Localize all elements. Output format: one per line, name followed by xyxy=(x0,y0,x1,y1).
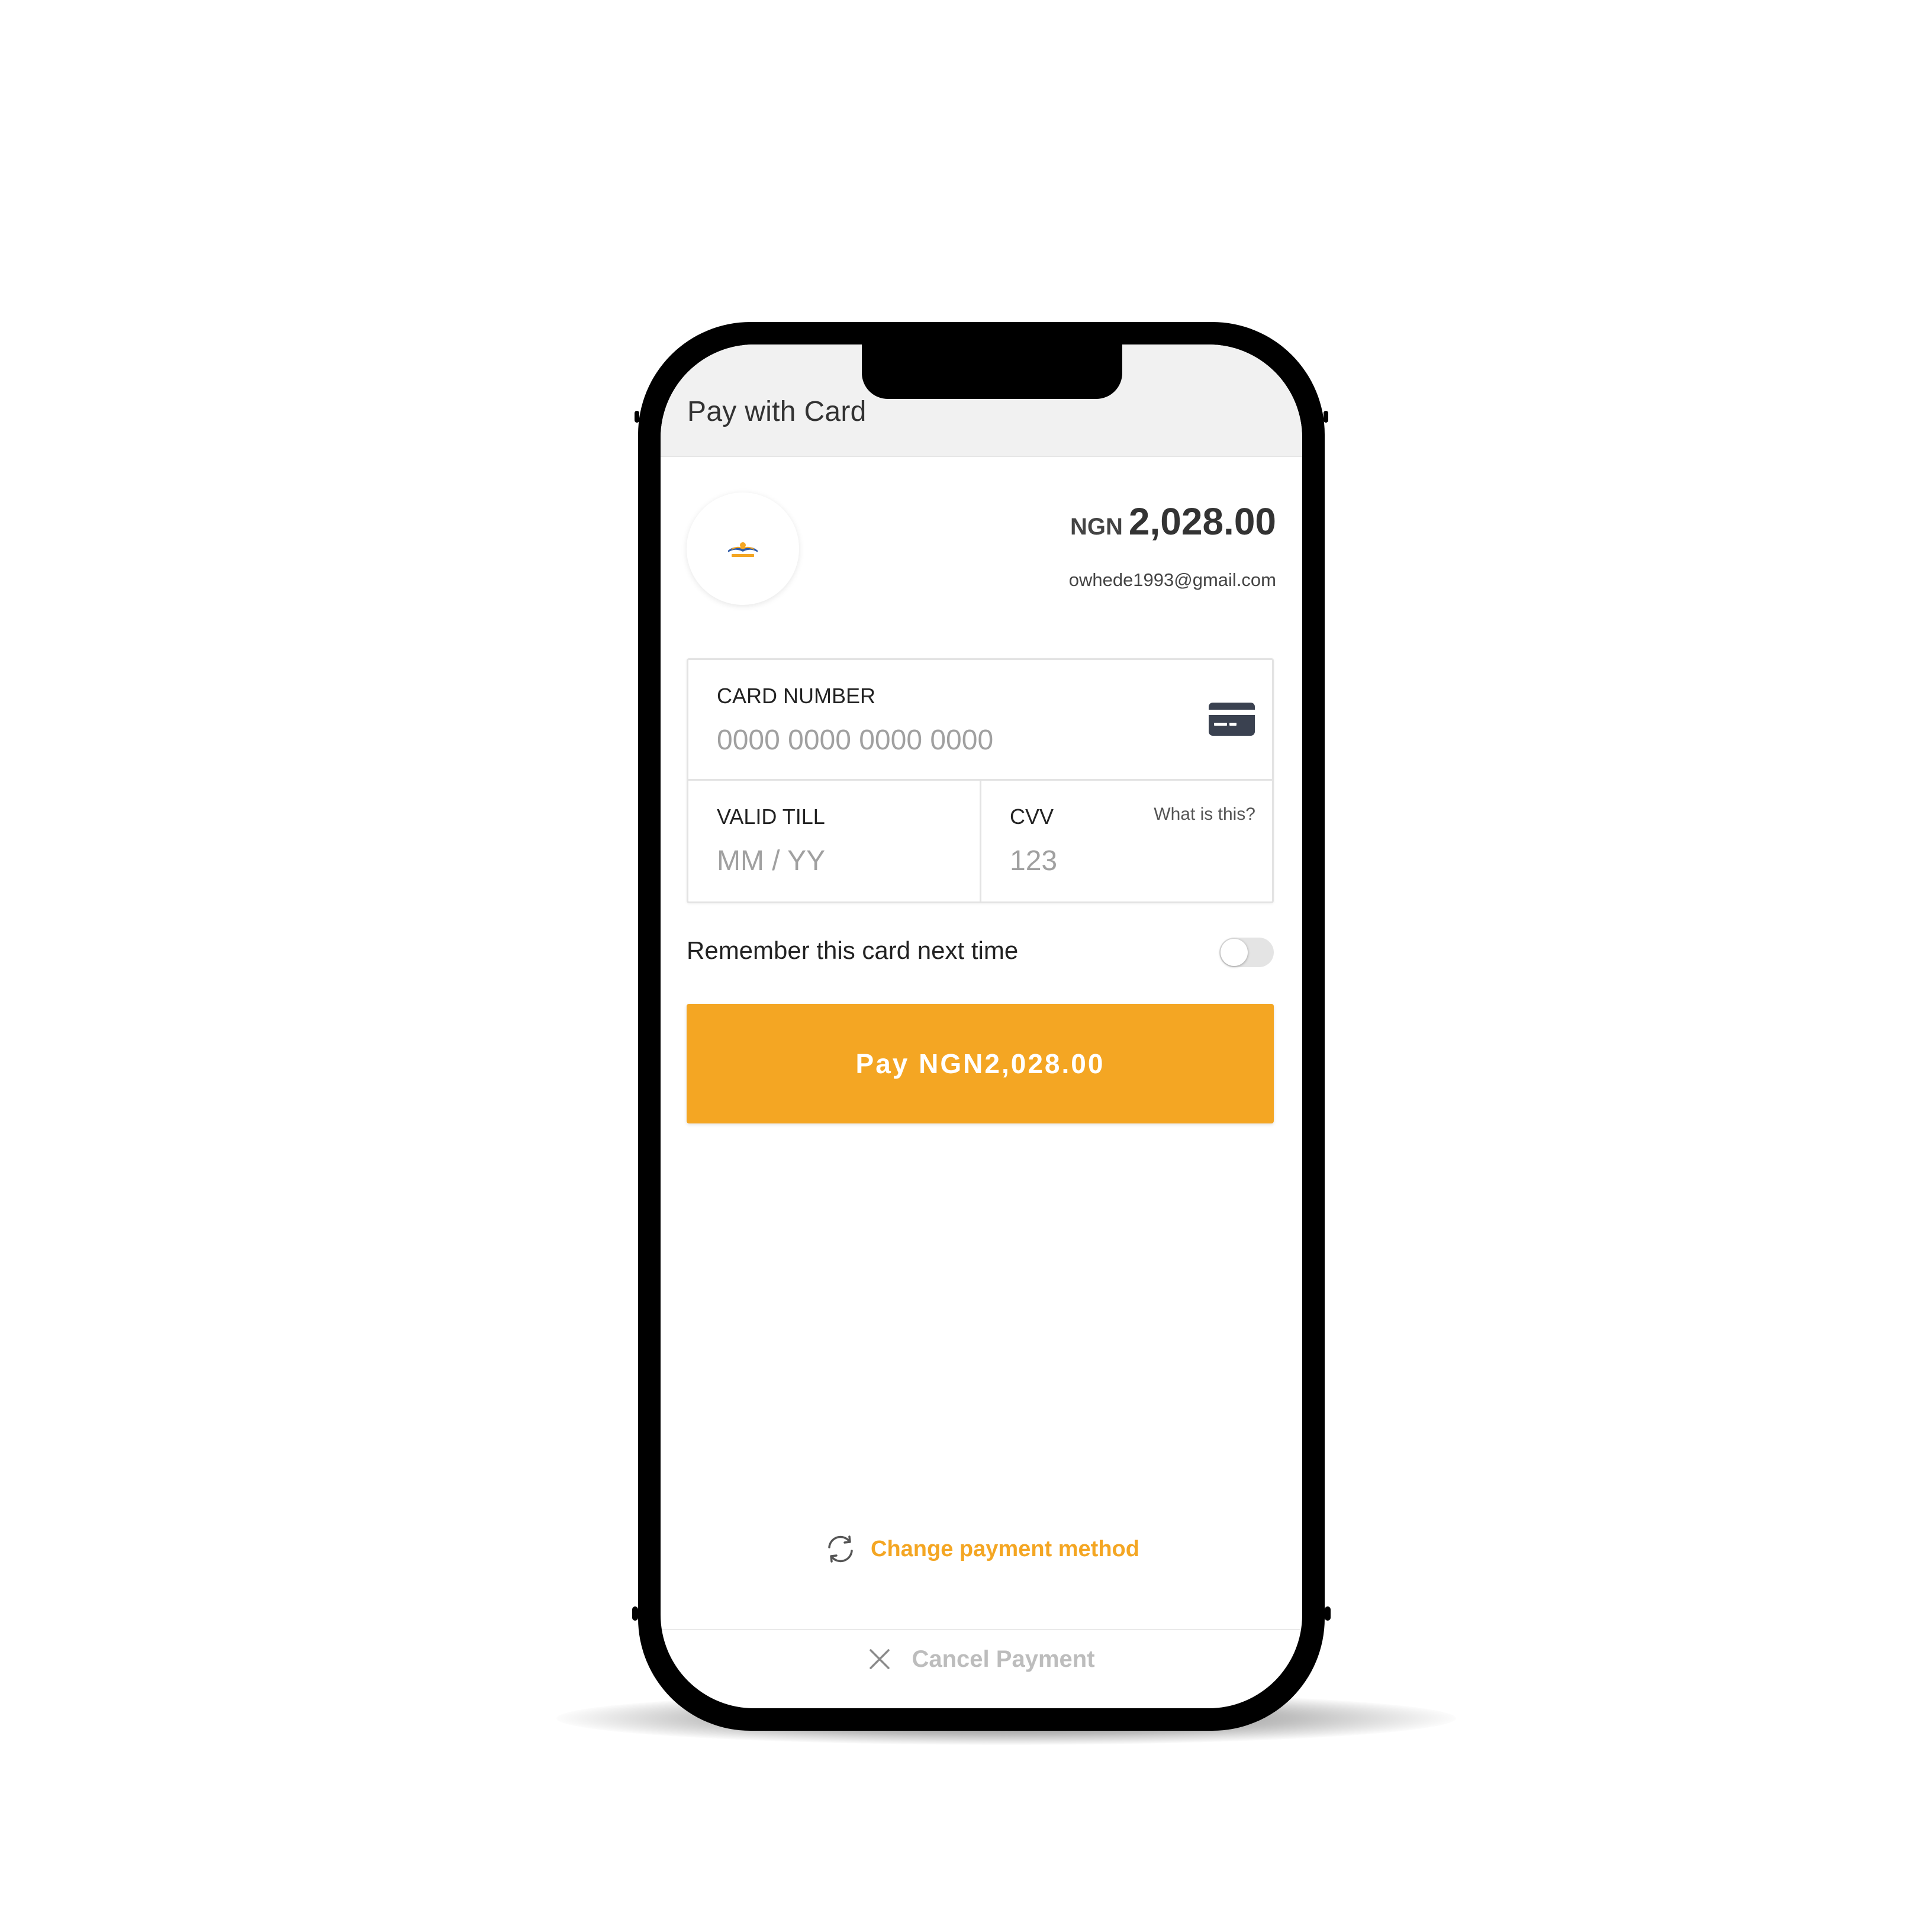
phone-side-button xyxy=(635,411,639,423)
amount-value: 2,028.00 xyxy=(1128,500,1276,543)
valid-till-label: VALID TILL xyxy=(717,804,825,829)
cvv-help-link[interactable]: What is this? xyxy=(1154,804,1255,825)
credit-card-icon xyxy=(1209,703,1255,736)
remember-card-label: Remember this card next time xyxy=(687,936,1019,964)
valid-till-field: VALID TILL xyxy=(688,781,981,901)
phone-screen: Pay with Card NGN 2,028.00 owhede1993@gma… xyxy=(661,344,1302,1708)
cancel-payment-button[interactable]: Cancel Payment xyxy=(661,1638,1302,1680)
phone-frame: Pay with Card NGN 2,028.00 owhede1993@gma… xyxy=(632,322,1331,1731)
card-number-field: CARD NUMBER xyxy=(688,660,1272,781)
customer-email: owhede1993@gmail.com xyxy=(1068,569,1276,590)
phone-notch xyxy=(862,344,1122,399)
remember-card-toggle[interactable] xyxy=(1219,938,1274,967)
cancel-payment-label: Cancel Payment xyxy=(912,1646,1095,1672)
toggle-knob xyxy=(1221,939,1248,966)
merchant-logo xyxy=(687,492,799,605)
footer-divider xyxy=(661,1629,1302,1630)
page-canvas: Pay with Card NGN 2,028.00 owhede1993@gma… xyxy=(0,0,1932,1932)
cvv-label: CVV xyxy=(1010,804,1054,829)
cvv-input[interactable] xyxy=(1010,842,1187,879)
payment-amount: NGN 2,028.00 xyxy=(1070,500,1276,543)
phone-side-button xyxy=(1324,411,1328,423)
card-number-label: CARD NUMBER xyxy=(717,684,876,708)
cvv-field: CVV What is this? xyxy=(981,781,1272,901)
valid-till-input[interactable] xyxy=(717,842,954,879)
change-payment-method-button[interactable]: Change payment method xyxy=(661,1528,1302,1570)
phone-side-button xyxy=(632,1606,638,1621)
refresh-icon xyxy=(828,1535,853,1563)
change-payment-method-label: Change payment method xyxy=(871,1536,1139,1561)
phone-side-button xyxy=(1325,1606,1331,1621)
card-number-input[interactable] xyxy=(717,722,1167,758)
close-icon xyxy=(870,1649,890,1669)
card-form: CARD NUMBER VALID TILL CVV What is t xyxy=(687,658,1274,903)
pay-button[interactable]: Pay NGN2,028.00 xyxy=(687,1004,1274,1123)
amount-currency: NGN xyxy=(1070,514,1123,540)
page-title: Pay with Card xyxy=(687,396,867,427)
merchant-logo-icon xyxy=(728,542,758,557)
